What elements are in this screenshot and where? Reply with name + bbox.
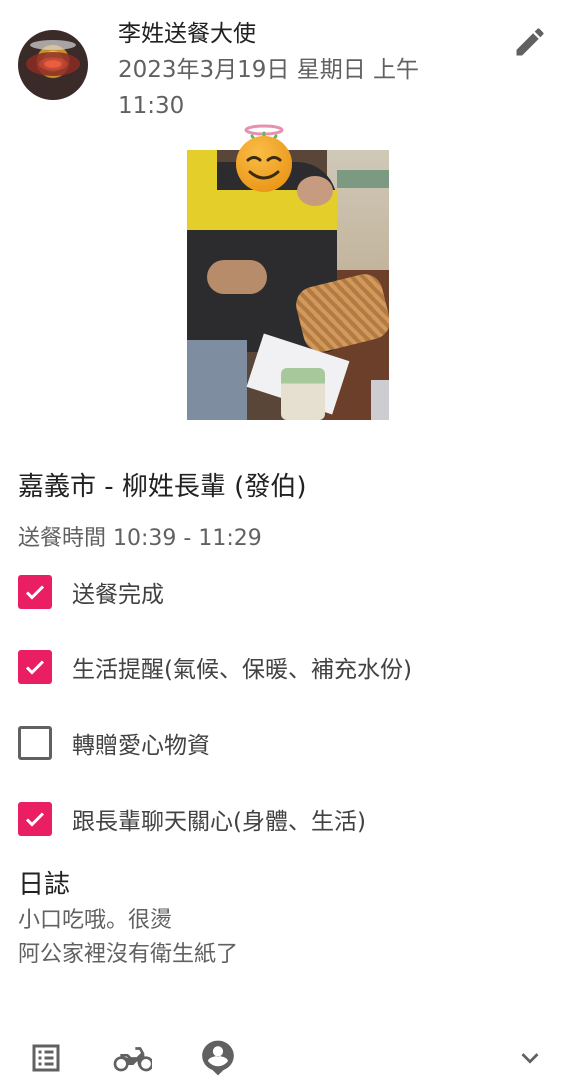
list-button[interactable]	[24, 1036, 68, 1080]
checkbox-checked[interactable]	[18, 575, 52, 609]
check-icon	[25, 585, 45, 600]
motorcycle-button[interactable]	[110, 1036, 154, 1080]
motorcycle-icon	[113, 1047, 152, 1072]
pencil-icon	[516, 28, 544, 56]
checklist-label: 送餐完成	[72, 582, 164, 608]
author-name: 李姓送餐大使	[118, 21, 256, 47]
checklist-item-donate-supplies[interactable]: 轉贈愛心物資	[18, 726, 210, 760]
checklist-item-delivery-done[interactable]: 送餐完成	[18, 575, 164, 609]
checkbox-checked[interactable]	[18, 802, 52, 836]
face-sticker	[236, 124, 292, 192]
check-icon	[25, 812, 45, 827]
checklist-label: 轉贈愛心物資	[72, 733, 210, 759]
recipient-title: 嘉義市 - 柳姓長輩 (發伯)	[18, 472, 307, 502]
expand-button[interactable]	[508, 1036, 552, 1080]
checklist-label: 跟長輩聊天關心(身體、生活)	[72, 809, 366, 835]
checkbox-checked[interactable]	[18, 650, 52, 684]
checklist-item-life-reminder[interactable]: 生活提醒(氣候、保暖、補充水份)	[18, 650, 412, 684]
edit-button[interactable]	[510, 22, 550, 62]
chevron-down-icon	[521, 1053, 539, 1064]
delivery-time: 送餐時間 10:39 - 11:29	[18, 526, 262, 551]
post-datetime: 2023年3月19日 星期日 上午 11:30	[118, 57, 420, 119]
checklist-item-chat-care[interactable]: 跟長輩聊天關心(身體、生活)	[18, 802, 366, 836]
list-icon	[32, 1044, 60, 1072]
checklist-label: 生活提醒(氣候、保暖、補充水份)	[72, 657, 412, 683]
check-icon	[25, 660, 45, 675]
log-title: 日誌	[18, 870, 71, 900]
location-person-button[interactable]	[196, 1036, 240, 1080]
bottom-action-bar	[0, 1030, 584, 1086]
log-line: 阿公家裡沒有衛生紙了	[18, 942, 239, 967]
log-line: 小口吃哦。很燙	[18, 908, 173, 933]
location-person-icon	[202, 1040, 234, 1076]
checkbox-unchecked[interactable]	[18, 726, 52, 760]
post-header: 李姓送餐大使 2023年3月19日 星期日 上午 11:30	[0, 0, 584, 130]
avatar[interactable]	[18, 30, 88, 100]
